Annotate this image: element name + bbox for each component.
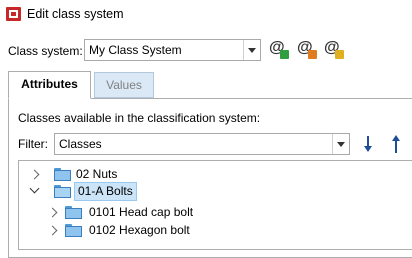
- tree-node-label: 0101 Head cap bolt: [89, 205, 194, 219]
- class-system-value: My Class System: [89, 43, 182, 57]
- open-folder-icon: [54, 185, 71, 198]
- rename-class-system-icon[interactable]: @: [324, 38, 346, 62]
- filter-dropdown[interactable]: Classes: [54, 133, 350, 155]
- expand-chevron-icon[interactable]: [47, 207, 58, 218]
- sort-down-arrow-icon[interactable]: [361, 131, 375, 155]
- app-icon: [6, 7, 21, 21]
- add-class-system-icon[interactable]: @: [269, 38, 291, 62]
- title-bar: Edit class system: [0, 0, 412, 30]
- class-system-label: Class system:: [8, 44, 83, 58]
- tree-node-label: 0102 Hexagon bolt: [89, 223, 190, 237]
- chevron-down-icon[interactable]: [332, 134, 349, 154]
- collapse-chevron-icon[interactable]: [29, 183, 40, 194]
- folder-icon: [54, 168, 71, 181]
- class-tree[interactable]: 02 Nuts 01-A Bolts 0101 Head cap bolt 01…: [18, 160, 412, 250]
- class-system-dropdown[interactable]: My Class System: [84, 39, 261, 61]
- classes-available-label: Classes available in the classification …: [18, 111, 261, 125]
- sort-up-arrow-icon[interactable]: [389, 131, 403, 155]
- expand-chevron-icon[interactable]: [47, 225, 58, 236]
- folder-icon: [65, 206, 82, 219]
- expand-chevron-icon[interactable]: [29, 169, 40, 180]
- tree-node-label: 01-A Bolts: [74, 182, 137, 201]
- filter-value: Classes: [59, 137, 102, 151]
- chevron-down-icon[interactable]: [243, 40, 260, 60]
- window-title: Edit class system: [27, 7, 124, 21]
- filter-label: Filter:: [18, 137, 48, 151]
- tree-node-label: 02 Nuts: [76, 167, 118, 181]
- tab-attributes[interactable]: Attributes: [8, 71, 91, 99]
- folder-icon: [65, 224, 82, 237]
- tab-values[interactable]: Values: [94, 72, 154, 98]
- edit-class-system-icon[interactable]: @: [297, 38, 319, 62]
